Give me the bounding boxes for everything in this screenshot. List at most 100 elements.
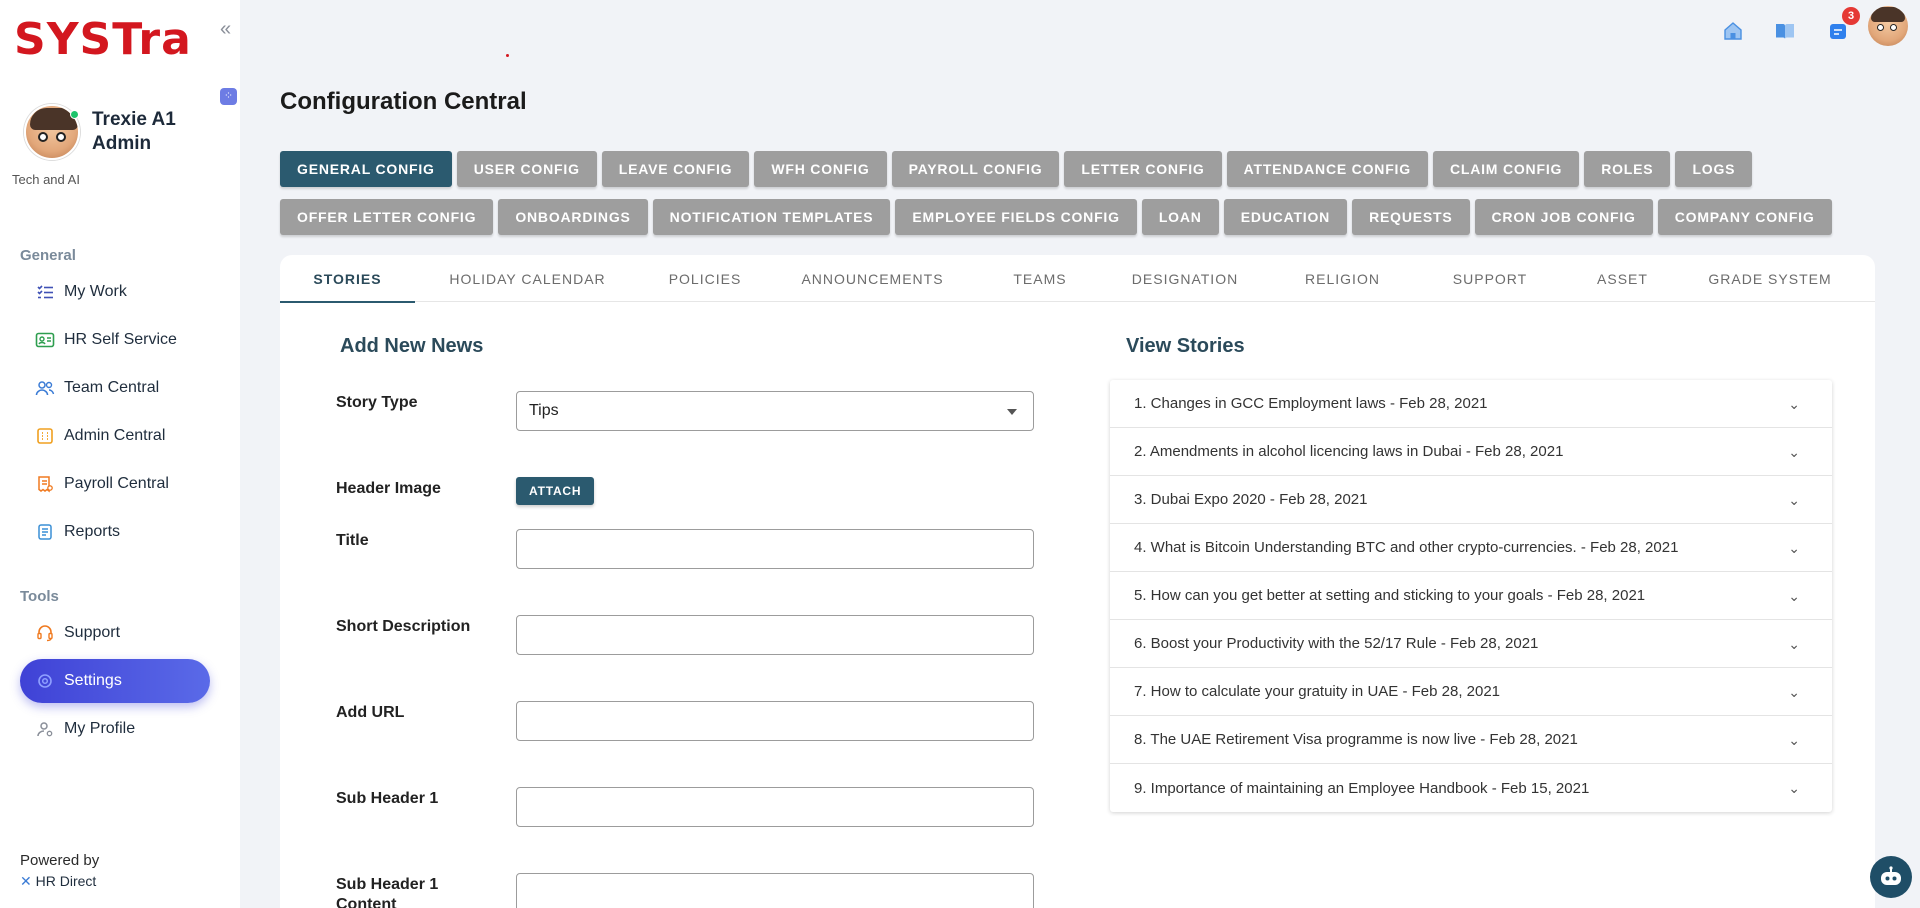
collapse-sidebar-icon[interactable]: « — [220, 19, 231, 39]
sidebar-item-reports[interactable]: Reports — [20, 510, 210, 554]
story-item[interactable]: 8. The UAE Retirement Visa programme is … — [1110, 716, 1832, 764]
config-button-letter[interactable]: LETTER CONFIG — [1064, 151, 1222, 187]
online-status-indicator — [70, 110, 79, 119]
chevron-down-icon — [1007, 409, 1017, 415]
config-button-roles[interactable]: ROLES — [1584, 151, 1671, 187]
story-type-value: Tips — [529, 402, 559, 419]
tab-designation[interactable]: DESIGNATION — [1105, 255, 1265, 302]
title-label: Title — [336, 532, 369, 549]
config-button-wfh[interactable]: WFH CONFIG — [754, 151, 887, 187]
receipt-icon — [34, 473, 56, 495]
tab-religion[interactable]: RELIGION — [1265, 255, 1420, 302]
sidebar-item-my-profile[interactable]: My Profile — [20, 707, 210, 751]
tab-holiday-calendar[interactable]: HOLIDAY CALENDAR — [415, 255, 640, 302]
sidebar-item-payroll-central[interactable]: Payroll Central — [20, 462, 210, 506]
sidebar-item-support[interactable]: Support — [20, 611, 210, 655]
book-icon[interactable] — [1772, 18, 1798, 44]
config-button-logs[interactable]: LOGS — [1675, 151, 1753, 187]
story-item[interactable]: 6. Boost your Productivity with the 52/1… — [1110, 620, 1832, 668]
tab-stories[interactable]: STORIES — [280, 255, 415, 303]
view-stories-title: View Stories — [1126, 335, 1245, 357]
title-input[interactable] — [516, 529, 1034, 569]
sidebar-item-label: Payroll Central — [64, 475, 169, 492]
chevron-down-icon: ⌄ — [1788, 636, 1800, 652]
add-new-news-title: Add New News — [340, 335, 484, 357]
sidebar-item-label: Settings — [64, 672, 122, 689]
config-button-employee-fields[interactable]: EMPLOYEE FIELDS CONFIG — [895, 199, 1137, 235]
page-title: Configuration Central — [280, 88, 527, 115]
apps-icon[interactable]: ⁘ — [220, 88, 237, 105]
sub-header-1-content-label: Sub Header 1 Content — [336, 876, 439, 908]
tab-policies[interactable]: POLICIES — [640, 255, 770, 302]
config-button-general[interactable]: GENERAL CONFIG — [280, 151, 452, 187]
story-type-select[interactable]: Tips — [516, 391, 1034, 431]
sidebar-item-label: Reports — [64, 523, 121, 540]
story-item[interactable]: 3. Dubai Expo 2020 - Feb 28, 2021 ⌄ — [1110, 476, 1832, 524]
sidebar-item-admin-central[interactable]: Admin Central — [20, 414, 210, 458]
config-button-company[interactable]: COMPANY CONFIG — [1657, 199, 1832, 235]
story-item-label: 9. Importance of maintaining an Employee… — [1134, 779, 1590, 797]
story-item[interactable]: 9. Importance of maintaining an Employee… — [1110, 764, 1832, 812]
config-button-attendance[interactable]: ATTENDANCE CONFIG — [1226, 151, 1428, 187]
chevron-down-icon: ⌄ — [1788, 492, 1800, 508]
sidebar-item-my-work[interactable]: My Work — [20, 270, 210, 314]
sidebar-item-label: My Profile — [64, 720, 136, 737]
tab-grade-system[interactable]: GRADE SYSTEM — [1685, 255, 1855, 302]
config-button-cron-job[interactable]: CRON JOB CONFIG — [1474, 199, 1653, 235]
tab-announcements[interactable]: ANNOUNCEMENTS — [770, 255, 975, 302]
sidebar-item-hr-self-service[interactable]: HR Self Service — [20, 318, 210, 362]
story-item-label: 7. How to calculate your gratuity in UAE… — [1134, 683, 1501, 700]
powered-by-label: Powered by — [20, 852, 100, 869]
short-description-input[interactable] — [516, 615, 1034, 655]
story-item[interactable]: 2. Amendments in alcohol licencing laws … — [1110, 428, 1832, 476]
story-item-label: 6. Boost your Productivity with the 52/1… — [1134, 635, 1539, 652]
notification-count-badge: 3 — [1842, 7, 1860, 25]
chevron-down-icon: ⌄ — [1788, 396, 1800, 412]
tab-asset[interactable]: ASSET — [1560, 255, 1685, 302]
config-button-loan[interactable]: LOAN — [1141, 199, 1219, 235]
sub-header-1-input[interactable] — [516, 787, 1034, 827]
sidebar-item-label: HR Self Service — [64, 331, 177, 348]
sidebar-item-settings[interactable]: Settings — [20, 659, 210, 703]
chevron-down-icon: ⌄ — [1788, 444, 1800, 460]
tab-teams[interactable]: TEAMS — [975, 255, 1105, 302]
chevron-down-icon: ⌄ — [1788, 588, 1800, 604]
config-button-notification-templates[interactable]: NOTIFICATION TEMPLATES — [652, 199, 891, 235]
headset-icon — [34, 622, 56, 644]
short-description-label: Short Description — [336, 618, 471, 635]
config-button-claim[interactable]: CLAIM CONFIG — [1432, 151, 1580, 187]
profile-avatar[interactable] — [1868, 6, 1908, 46]
story-item-label: 3. Dubai Expo 2020 - Feb 28, 2021 — [1134, 491, 1368, 508]
chatbot-button[interactable] — [1870, 856, 1912, 898]
story-item[interactable]: 4. What is Bitcoin Understanding BTC and… — [1110, 524, 1832, 572]
user-gear-icon — [34, 718, 56, 740]
config-button-user[interactable]: USER CONFIG — [456, 151, 597, 187]
general-config-card: STORIES HOLIDAY CALENDAR POLICIES ANNOUN… — [280, 255, 1875, 908]
tab-support[interactable]: SUPPORT — [1420, 255, 1560, 302]
gear-icon — [34, 670, 56, 692]
config-button-onboardings[interactable]: ONBOARDINGS — [498, 199, 648, 235]
report-icon — [34, 521, 56, 543]
sub-header-1-content-input[interactable] — [516, 873, 1034, 908]
home-icon[interactable] — [1720, 18, 1746, 44]
sidebar-item-team-central[interactable]: Team Central — [20, 366, 210, 410]
story-item[interactable]: 5. How can you get better at setting and… — [1110, 572, 1832, 620]
robot-icon — [1881, 866, 1901, 885]
config-buttons-row-1: GENERAL CONFIG USER CONFIG LEAVE CONFIG … — [280, 151, 1753, 187]
story-item-label: 1. Changes in GCC Employment laws - Feb … — [1134, 395, 1488, 412]
config-button-requests[interactable]: REQUESTS — [1352, 199, 1470, 235]
config-button-education[interactable]: EDUCATION — [1223, 199, 1348, 235]
section-label-tools: Tools — [20, 588, 59, 605]
config-button-payroll[interactable]: PAYROLL CONFIG — [891, 151, 1060, 187]
chevron-down-icon: ⌄ — [1788, 732, 1800, 748]
story-item[interactable]: 1. Changes in GCC Employment laws - Feb … — [1110, 380, 1832, 428]
task-list-icon — [34, 281, 56, 303]
chevron-down-icon: ⌄ — [1788, 540, 1800, 556]
attach-button[interactable]: ATTACH — [516, 477, 595, 505]
config-button-offer-letter[interactable]: OFFER LETTER CONFIG — [280, 199, 494, 235]
story-type-label: Story Type — [336, 394, 418, 411]
config-button-leave[interactable]: LEAVE CONFIG — [601, 151, 750, 187]
add-url-input[interactable] — [516, 701, 1034, 741]
story-item[interactable]: 7. How to calculate your gratuity in UAE… — [1110, 668, 1832, 716]
user-department: Tech and AI — [12, 172, 80, 187]
